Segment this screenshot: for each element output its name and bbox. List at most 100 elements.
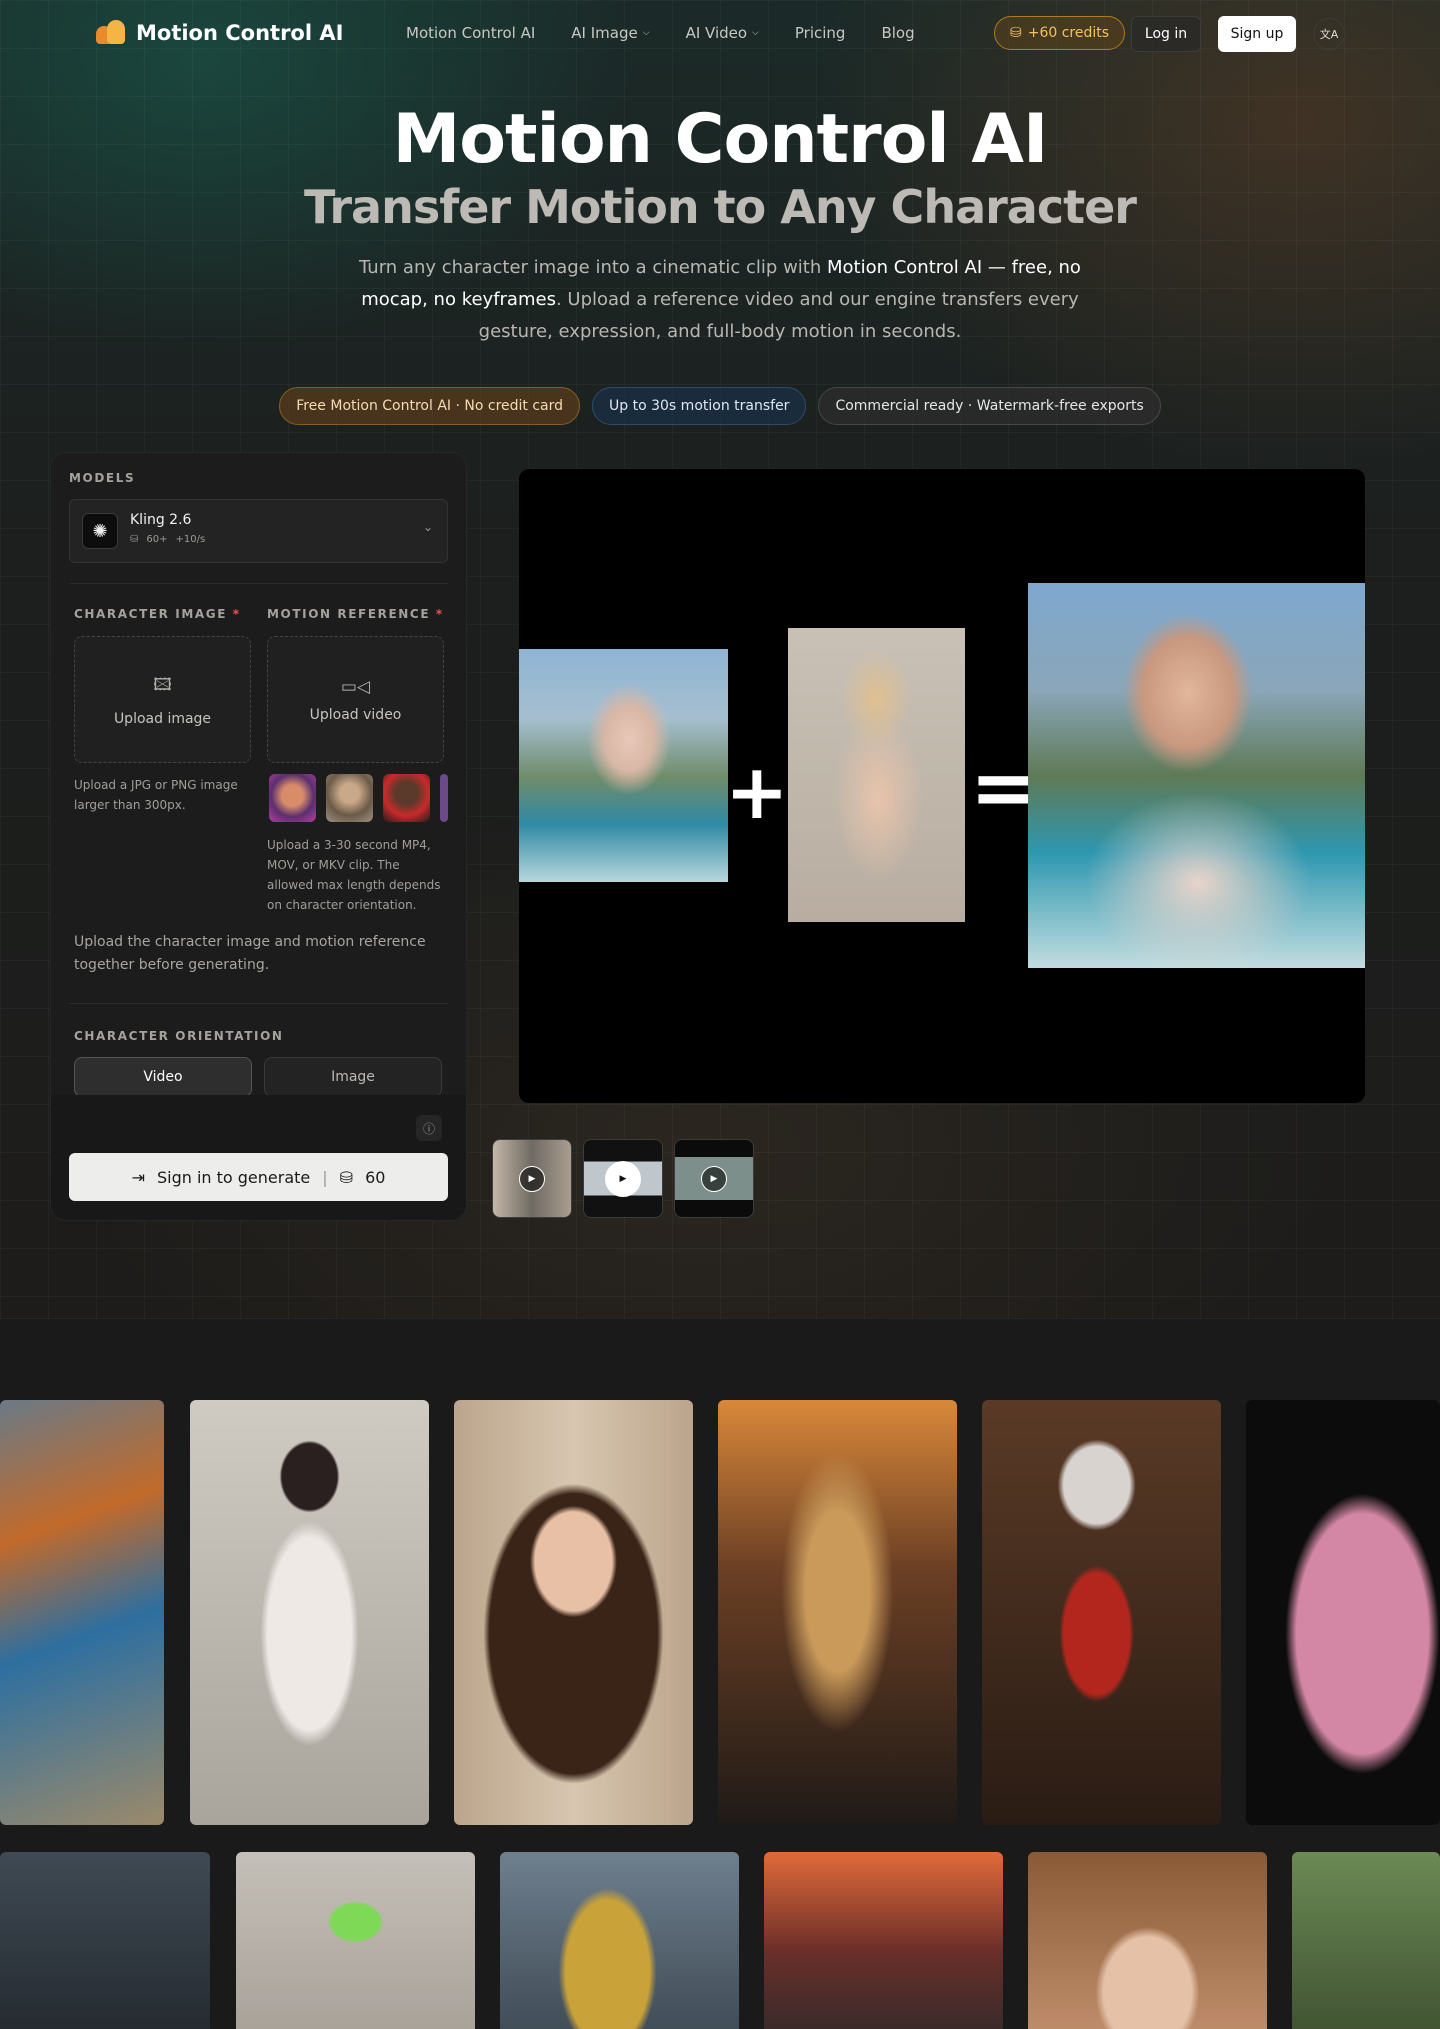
gallery-video-card[interactable]	[454, 1400, 693, 1825]
motion-sample-thumbnail[interactable]	[269, 774, 316, 822]
gallery-row	[0, 1400, 1440, 1825]
motion-samples	[269, 774, 448, 822]
sign-in-to-generate-button[interactable]: ⇥ Sign in to generate | ⛁ 60	[69, 1153, 448, 1201]
gallery-video-card[interactable]	[236, 1852, 475, 2029]
label-text: MOTION REFERENCE	[267, 607, 431, 621]
chevron-down-icon: ⌵	[642, 28, 650, 38]
plus-sign: +	[725, 747, 789, 836]
gallery-video-card[interactable]	[500, 1852, 739, 2029]
preview-stage: + =	[519, 469, 1365, 1103]
coins-icon: ⛁	[1010, 25, 1022, 41]
gallery-video-card[interactable]	[190, 1400, 429, 1825]
nav-link-label: Pricing	[794, 24, 846, 42]
motion-sample-thumbnail[interactable]	[383, 774, 430, 822]
play-icon: ▶	[701, 1165, 727, 1192]
generator-panel: MODELS ✺ Kling 2.6 ⛁ 60+ +10/s ⌄ CHARACT…	[50, 452, 467, 1221]
login-button[interactable]: Log in	[1131, 16, 1201, 52]
credits-badge[interactable]: ⛁ +60 credits	[994, 16, 1126, 50]
chevron-down-icon: ⌄	[422, 520, 433, 534]
nav-link-label: AI Video	[685, 24, 748, 42]
gallery-video-card[interactable]	[0, 1400, 164, 1825]
nav-link-ai-video[interactable]: AI Video ⌵	[686, 24, 759, 42]
motion-sample-thumbnail[interactable]	[440, 774, 448, 822]
upload-note: Upload the character image and motion re…	[74, 934, 426, 973]
desc-text: . Upload a reference video and our engin…	[478, 289, 1079, 342]
nav-links: Motion Control AI AI Image ⌵ AI Video ⌵ Pr…	[406, 24, 915, 42]
badge-duration: Up to 30s motion transfer	[592, 387, 807, 425]
logo-icon	[96, 20, 126, 46]
gallery-video-card[interactable]	[718, 1400, 957, 1825]
motion-sample-thumbnail[interactable]	[326, 774, 373, 822]
brand-name: Motion Control AI	[136, 21, 344, 45]
nav-link-pricing[interactable]: Pricing	[795, 24, 846, 42]
feature-badges: Free Motion Control AI · No credit card …	[0, 387, 1440, 425]
preview-thumbnails: ▶ ▶ ▶	[492, 1139, 754, 1218]
hero-description: Turn any character image into a cinemati…	[330, 252, 1110, 348]
image-icon: 🖾	[153, 675, 172, 695]
model-meta: ⛁ 60+ +10/s	[130, 534, 205, 545]
equals-sign: =	[970, 741, 1038, 834]
gallery-video-card[interactable]	[1246, 1400, 1440, 1825]
preview-thumbnail[interactable]: ▶	[492, 1139, 572, 1218]
badge-commercial: Commercial ready · Watermark-free export…	[818, 387, 1161, 425]
model-selector[interactable]: ✺ Kling 2.6 ⛁ 60+ +10/s ⌄	[69, 499, 448, 563]
nav-link-blog[interactable]: Blog	[881, 24, 914, 42]
video-help-text: Upload a 3-30 second MP4, MOV, or MKV cl…	[267, 838, 441, 912]
gallery-video-card[interactable]	[982, 1400, 1221, 1825]
video-camera-icon: ▭◁	[340, 676, 371, 697]
play-icon: ▶	[519, 1165, 545, 1192]
separator: |	[322, 1167, 328, 1187]
upload-image-dropzone[interactable]: 🖾 Upload image	[74, 636, 251, 763]
gallery-row	[0, 1852, 1440, 2029]
character-image-label: CHARACTER IMAGE *	[74, 607, 241, 621]
upload-video-dropzone[interactable]: ▭◁ Upload video	[267, 636, 444, 763]
nav-link-motion-control[interactable]: Motion Control AI	[406, 24, 535, 42]
models-label: MODELS	[69, 471, 136, 485]
divider	[69, 583, 448, 584]
preview-thumbnail[interactable]: ▶	[674, 1139, 754, 1218]
label-text: CHARACTER IMAGE	[74, 607, 228, 621]
top-navigation: Motion Control AI Motion Control AI AI I…	[0, 0, 1440, 68]
preview-thumbnail[interactable]: ▶	[583, 1139, 663, 1218]
generate-cost: 60	[365, 1167, 386, 1187]
model-credits: 60+	[146, 534, 168, 545]
page-subtitle: Transfer Motion to Any Character	[304, 180, 1137, 234]
openai-logo-icon: ✺	[82, 513, 118, 549]
model-rate: +10/s	[175, 534, 206, 545]
signup-button[interactable]: Sign up	[1218, 16, 1296, 52]
image-help-text: Upload a JPG or PNG image larger than 30…	[74, 778, 238, 812]
sign-in-icon: ⇥	[131, 1167, 145, 1187]
required-mark: *	[435, 607, 444, 621]
coins-icon: ⛁	[339, 1167, 354, 1187]
divider	[69, 1003, 448, 1004]
orientation-label: CHARACTER ORIENTATION	[74, 1029, 284, 1043]
result-video-example	[1028, 583, 1365, 968]
character-image-example	[519, 649, 728, 882]
gallery-video-card[interactable]	[0, 1852, 210, 2029]
credits-label: +60 credits	[1027, 25, 1110, 41]
nav-link-label: AI Image	[571, 24, 638, 42]
orientation-video-toggle[interactable]: Video	[74, 1057, 252, 1097]
nav-link-label: Motion Control AI	[406, 24, 536, 42]
gallery-video-card[interactable]	[1028, 1852, 1267, 2029]
upload-video-label: Upload video	[309, 706, 402, 723]
desc-text: Turn any character image into a cinemati…	[359, 257, 827, 278]
play-icon: ▶	[605, 1160, 641, 1197]
translate-icon[interactable]: 文A	[1313, 18, 1345, 50]
motion-reference-label: MOTION REFERENCE *	[267, 607, 444, 621]
model-name: Kling 2.6	[130, 512, 192, 528]
gallery-video-card[interactable]	[764, 1852, 1003, 2029]
nav-link-ai-image[interactable]: AI Image ⌵	[571, 24, 649, 42]
nav-link-label: Blog	[881, 24, 915, 42]
gallery-video-card[interactable]	[1292, 1852, 1440, 2029]
brand-logo[interactable]: Motion Control AI	[96, 20, 343, 46]
orientation-image-toggle[interactable]: Image	[264, 1057, 442, 1097]
chevron-down-icon: ⌵	[752, 28, 759, 38]
page-title: Motion Control AI	[392, 100, 1049, 179]
coins-icon: ⛁	[130, 534, 139, 545]
required-mark: *	[232, 607, 241, 621]
badge-free: Free Motion Control AI · No credit card	[279, 387, 581, 425]
upload-image-label: Upload image	[113, 711, 212, 727]
motion-reference-example	[788, 628, 965, 922]
info-icon[interactable]: ⓘ	[416, 1115, 442, 1141]
